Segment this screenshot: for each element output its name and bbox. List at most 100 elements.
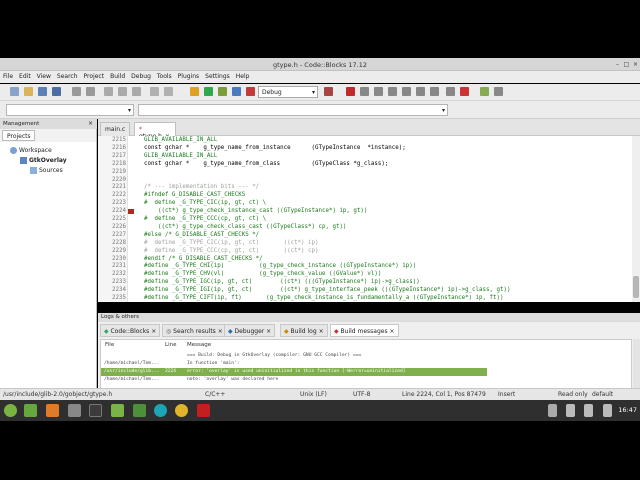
redo-icon[interactable]: [86, 87, 95, 96]
menu-settings[interactable]: Settings: [202, 71, 233, 80]
tab-codeblocks-log[interactable]: ◆ Code::Blocks ×: [100, 324, 161, 337]
show-desktop-icon[interactable]: [24, 404, 37, 417]
menu-build[interactable]: Build: [107, 71, 128, 80]
menu-tools[interactable]: Tools: [154, 71, 175, 80]
close-icon[interactable]: ×: [632, 61, 639, 68]
close-icon[interactable]: ×: [151, 328, 156, 335]
code-line: # define _G_TYPE_CIC(ip, gt, ct) ((ct*) …: [144, 239, 319, 246]
log-row[interactable]: /usr/include/glib... 2224 error: 'overlay'…: [101, 368, 487, 376]
close-icon[interactable]: ×: [218, 328, 223, 335]
terminal-icon[interactable]: [89, 404, 102, 417]
tree-item-project[interactable]: GtkOverlay: [20, 157, 67, 164]
run-icon[interactable]: [204, 87, 213, 96]
tab-projects[interactable]: Projects: [2, 130, 35, 141]
arduino-icon[interactable]: [154, 404, 167, 417]
debug-continue-icon[interactable]: [346, 87, 355, 96]
build-target-value: Debug: [262, 89, 282, 96]
log-message: In function 'main':: [187, 361, 240, 366]
stop-debugger-icon[interactable]: [460, 87, 469, 96]
build-run-icon[interactable]: [218, 87, 227, 96]
menu-debug[interactable]: Debug: [128, 71, 154, 80]
scroll-thumb[interactable]: [633, 276, 639, 298]
chrome-icon[interactable]: [175, 404, 188, 417]
codeblocks-task-icon[interactable]: [197, 404, 210, 417]
editor-scrollbar[interactable]: [632, 136, 640, 302]
menu-plugins[interactable]: Plugins: [175, 71, 203, 80]
tab-build-log[interactable]: ◆ Build log ×: [280, 324, 328, 337]
new-file-icon[interactable]: [10, 87, 19, 96]
bottom-letterbox: [0, 421, 640, 480]
minimize-icon[interactable]: –: [614, 61, 621, 68]
paste-icon[interactable]: [132, 87, 141, 96]
folder-icon[interactable]: [133, 404, 146, 417]
log-file: /home/michael/Tem...: [104, 377, 160, 382]
menu-search[interactable]: Search: [54, 71, 81, 80]
build-icon[interactable]: [190, 87, 199, 96]
maximize-icon[interactable]: □: [623, 61, 630, 68]
clock: 16:47: [618, 406, 637, 414]
rebuild-icon[interactable]: [232, 87, 241, 96]
step-into-icon[interactable]: [388, 87, 397, 96]
chevron-down-icon: ▾: [441, 107, 445, 114]
replace-icon[interactable]: [164, 87, 173, 96]
step-into-instruction-icon[interactable]: [430, 87, 439, 96]
firefox-icon[interactable]: [46, 404, 59, 417]
log-row[interactable]: /home/michael/Tem... In function 'main':: [101, 360, 487, 368]
status-file-path: /usr/include/glib-2.0/gobject/gtype.h: [3, 391, 113, 398]
status-profile: default: [592, 391, 614, 398]
various-info-icon[interactable]: [494, 87, 503, 96]
pause-icon[interactable]: [446, 87, 455, 96]
menu-project[interactable]: Project: [81, 71, 108, 80]
project-icon: [20, 157, 27, 164]
undo-icon[interactable]: [72, 87, 81, 96]
menu-view[interactable]: View: [34, 71, 54, 80]
line-number: 2225: [112, 216, 126, 222]
scope-combo[interactable]: ▾: [6, 104, 134, 116]
log-line: 2224: [165, 369, 177, 374]
abort-icon[interactable]: [246, 87, 255, 96]
settings-icon[interactable]: [68, 404, 81, 417]
next-line-icon[interactable]: [374, 87, 383, 96]
files-icon[interactable]: [111, 404, 124, 417]
status-eol: Unix (LF): [300, 391, 327, 398]
volume-icon[interactable]: [603, 404, 612, 417]
menu-help[interactable]: Help: [233, 71, 253, 80]
line-number: 2234: [112, 287, 126, 294]
step-out-icon[interactable]: [402, 87, 411, 96]
tree-item-workspace[interactable]: Workspace: [10, 147, 52, 154]
tray-icon-2[interactable]: [566, 404, 575, 417]
cut-icon[interactable]: [104, 87, 113, 96]
tab-gtype-h[interactable]: * gtype.h×: [134, 122, 176, 140]
tab-search-results[interactable]: ◎ Search results ×: [162, 324, 227, 337]
debug-windows-icon[interactable]: [480, 87, 489, 96]
tab-build-messages[interactable]: ◆ Build messages ×: [330, 324, 399, 337]
build-target-select[interactable]: Debug ▾: [258, 86, 318, 98]
network-icon[interactable]: [584, 404, 593, 417]
menu-edit[interactable]: Edit: [16, 71, 34, 80]
close-icon[interactable]: ×: [88, 120, 93, 127]
log-row[interactable]: /home/michael/Tem... note: 'overlay' was …: [101, 376, 487, 384]
close-icon[interactable]: ×: [319, 328, 324, 335]
find-icon[interactable]: [150, 87, 159, 96]
next-instruction-icon[interactable]: [416, 87, 425, 96]
menu-icon[interactable]: [4, 404, 17, 417]
window-title: gtype.h - Code::Blocks 17.12: [273, 61, 367, 69]
code-editor[interactable]: 2215 2216 2217 2218 2219 2220 2221 2222 2223 2224…: [98, 136, 632, 302]
code-line: #endif /* G_DISABLE_CAST_CHECKS */: [144, 255, 263, 262]
function-combo[interactable]: ▾: [138, 104, 448, 116]
line-number: 2231: [112, 263, 126, 270]
close-icon[interactable]: ×: [390, 328, 395, 335]
log-row[interactable]: === Build: Debug in GtkOverlay (compiler…: [101, 352, 487, 360]
tab-debugger[interactable]: ◆ Debugger ×: [224, 324, 276, 337]
tree-item-sources[interactable]: Sources: [30, 167, 63, 174]
save-all-icon[interactable]: [52, 87, 61, 96]
open-file-icon[interactable]: [24, 87, 33, 96]
save-icon[interactable]: [38, 87, 47, 96]
menu-file[interactable]: File: [0, 71, 16, 80]
run-to-cursor-icon[interactable]: [360, 87, 369, 96]
tab-main-c[interactable]: main.c: [100, 122, 130, 136]
debug-options-icon[interactable]: [324, 87, 333, 96]
copy-icon[interactable]: [118, 87, 127, 96]
tray-icon-1[interactable]: [548, 404, 557, 417]
close-icon[interactable]: ×: [266, 328, 271, 335]
